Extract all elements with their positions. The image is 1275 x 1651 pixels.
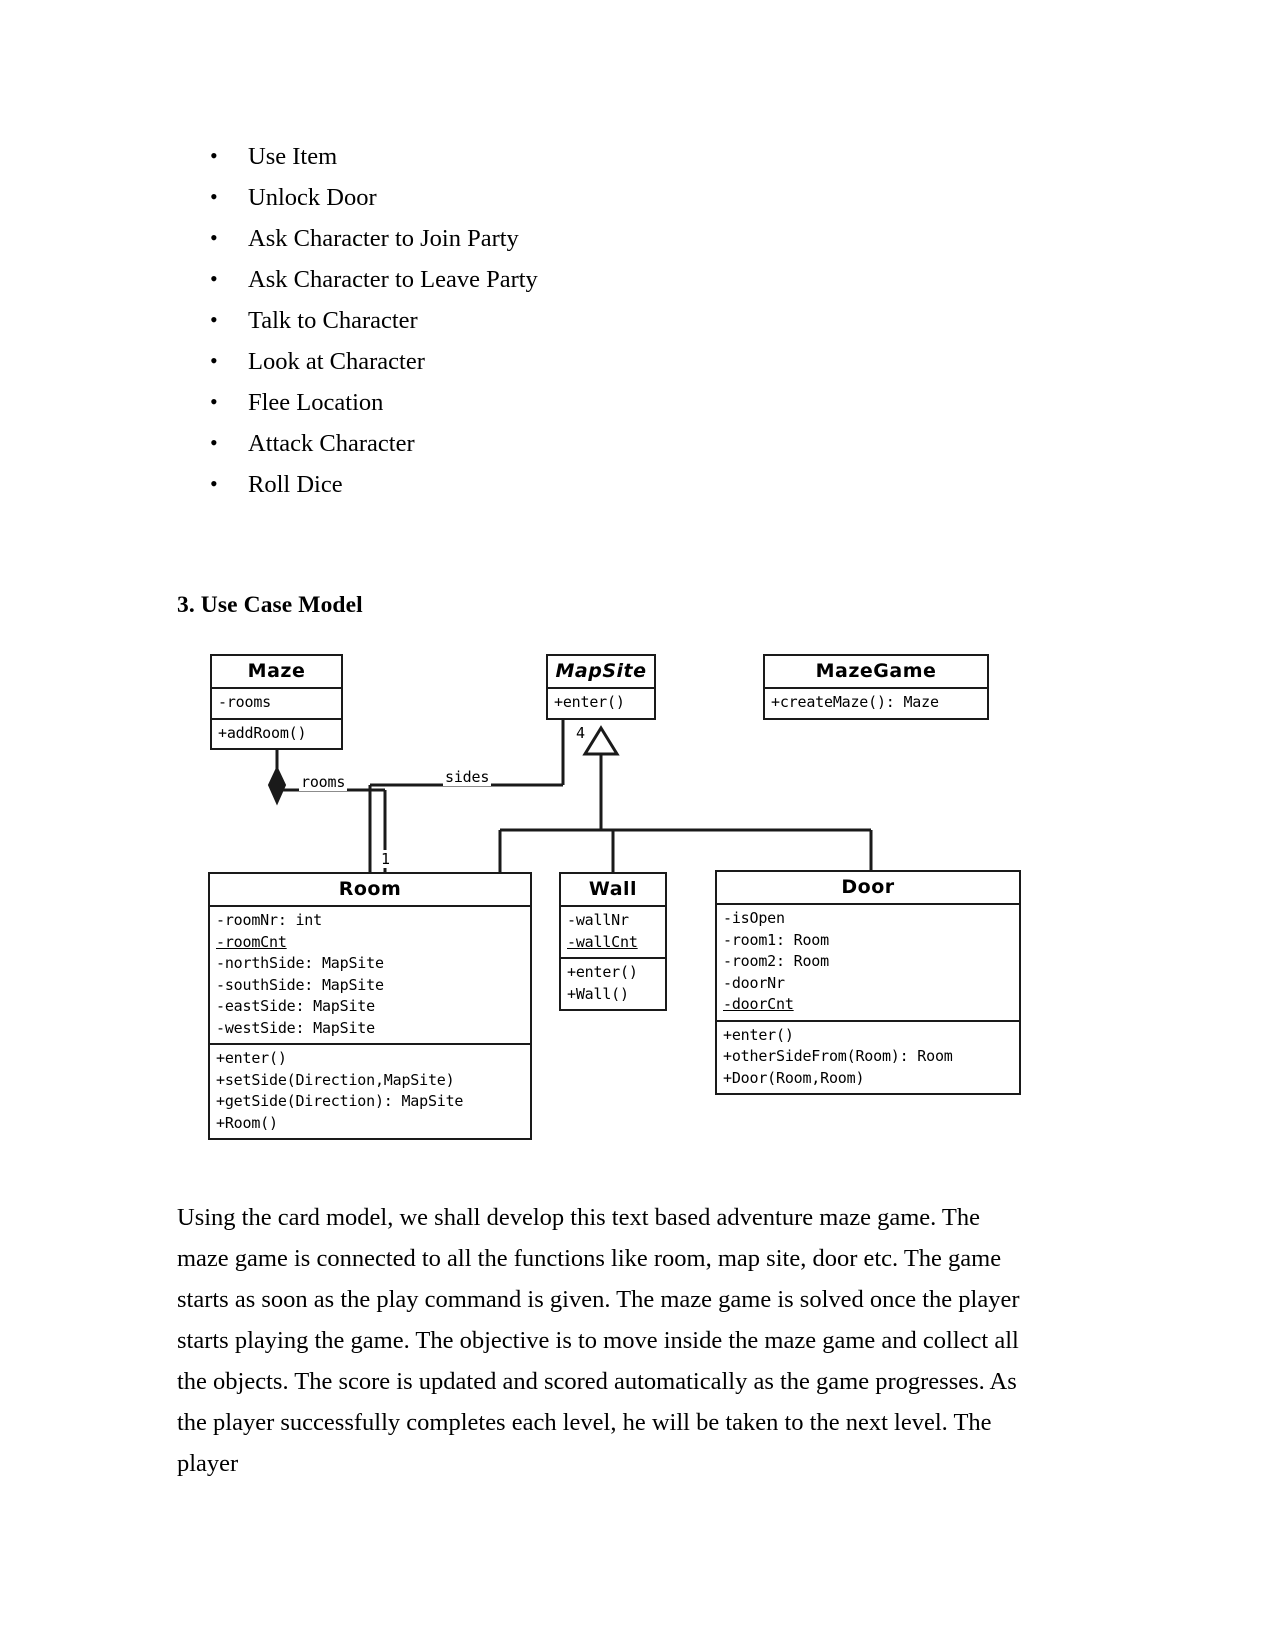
operation-row: +Door(Room,Room) (723, 1068, 865, 1087)
operations-compartment: +createMaze(): Maze (765, 689, 987, 718)
list-item: Talk to Character (200, 299, 980, 341)
class-name: Maze (212, 656, 341, 689)
edge-label-rooms-multiplicity: 1 (379, 850, 392, 868)
use-case-bullet-list: Use Item Unlock Door Ask Character to Jo… (200, 135, 980, 505)
attribute-row: -isOpen (723, 909, 785, 927)
attributes-compartment: -isOpen -room1: Room -room2: Room -doorN… (717, 905, 1019, 1022)
operations-compartment: +enter() +otherSideFrom(Room): Room +Doo… (717, 1022, 1019, 1094)
list-item: Attack Character (200, 422, 980, 464)
edge-label-rooms: rooms (299, 773, 348, 791)
attribute-row: -room2: Room (723, 952, 829, 970)
uml-class-room: Room -roomNr: int -roomCnt -northSide: M… (208, 872, 532, 1140)
operations-compartment: +enter() +Wall() (561, 959, 665, 1009)
operation-row: +enter() (723, 1025, 794, 1044)
edge-label-sides-multiplicity: 4 (574, 724, 587, 742)
operation-row: +Room() (216, 1113, 278, 1132)
attribute-row: -eastSide: MapSite (216, 997, 375, 1015)
composition-diamond-icon (267, 765, 287, 806)
attributes-compartment: -wallNr -wallCnt (561, 907, 665, 959)
inheritance-triangle-icon (582, 725, 620, 756)
uml-class-diagram: Maze -rooms +addRoom() MapSite +enter() … (0, 640, 1275, 1160)
attributes-compartment: -roomNr: int -roomCnt -northSide: MapSit… (210, 907, 530, 1045)
class-name: Room (210, 874, 530, 907)
list-item: Unlock Door (200, 176, 980, 218)
attribute-row-static: -doorCnt (723, 995, 794, 1013)
operation-row: +enter() (216, 1049, 287, 1067)
attribute-row: -doorNr (723, 973, 785, 992)
operations-compartment: +enter() +setSide(Direction,MapSite) +ge… (210, 1045, 530, 1138)
attribute-row-static: -roomCnt (216, 932, 287, 951)
attribute-row: -northSide: MapSite (216, 954, 384, 972)
uml-class-mazegame: MazeGame +createMaze(): Maze (763, 654, 989, 720)
operation-row: +getSide(Direction): MapSite (216, 1092, 464, 1110)
attribute-row-static: -wallCnt (567, 932, 638, 951)
attribute-row: -roomNr: int (216, 911, 322, 929)
list-item: Roll Dice (200, 463, 980, 505)
attribute-row: -room1: Room (723, 930, 829, 949)
class-name: MapSite (548, 656, 654, 689)
edge-label-sides: sides (443, 768, 492, 786)
operation-row: +Wall() (567, 984, 629, 1003)
class-name: MazeGame (765, 656, 987, 689)
document-page: Use Item Unlock Door Ask Character to Jo… (0, 0, 1275, 1651)
list-item: Ask Character to Join Party (200, 217, 980, 259)
class-name: Wall (561, 874, 665, 907)
operation-row: +createMaze(): Maze (771, 693, 939, 711)
attribute-row: -westSide: MapSite (216, 1018, 375, 1037)
operation-row: +setSide(Direction,MapSite) (216, 1070, 455, 1089)
operation-row: +addRoom() (218, 723, 307, 742)
operations-compartment: +enter() (548, 689, 654, 718)
list-item: Ask Character to Leave Party (200, 258, 980, 300)
section-heading: 3. Use Case Model (177, 592, 363, 618)
operation-row: +otherSideFrom(Room): Room (723, 1047, 953, 1065)
class-name: Door (717, 872, 1019, 905)
list-item: Look at Character (200, 340, 980, 382)
body-paragraph: Using the card model, we shall develop t… (177, 1203, 1020, 1477)
list-item: Flee Location (200, 381, 980, 423)
list-item: Use Item (200, 135, 980, 177)
uml-class-door: Door -isOpen -room1: Room -room2: Room -… (715, 870, 1021, 1095)
attribute-row: -southSide: MapSite (216, 975, 384, 994)
operation-row: +enter() (567, 963, 638, 981)
attributes-compartment: -rooms (212, 689, 341, 720)
uml-class-mapsite: MapSite +enter() (546, 654, 656, 720)
attribute-row: -rooms (218, 693, 271, 711)
uml-class-wall: Wall -wallNr -wallCnt +enter() +Wall() (559, 872, 667, 1011)
operations-compartment: +addRoom() (212, 720, 341, 749)
operation-row: +enter() (554, 693, 625, 711)
attribute-row: -wallNr (567, 911, 629, 929)
uml-class-maze: Maze -rooms +addRoom() (210, 654, 343, 750)
